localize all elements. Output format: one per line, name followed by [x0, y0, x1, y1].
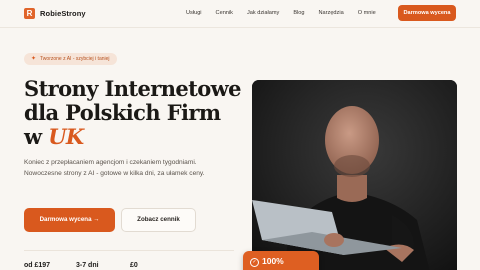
nav-link-uslugi[interactable]: Usługi: [186, 10, 202, 16]
headline-line-3-prefix: w: [24, 124, 49, 149]
stats-divider: [24, 250, 234, 251]
hero-headline: Strony Internetowe dla Polskich Firm w U…: [24, 77, 244, 149]
stats-row: od £197 3-7 dni £0: [24, 262, 138, 269]
badge-text: 100%: [262, 256, 284, 266]
nav-link-jak-dzialamy[interactable]: Jak działamy: [247, 10, 279, 16]
nav-link-cennik[interactable]: Cennik: [216, 10, 233, 16]
logo[interactable]: R RobieStrony: [24, 8, 86, 19]
nav-cta-button[interactable]: Darmowa wycena: [398, 5, 456, 21]
logo-icon: R: [24, 8, 35, 19]
stat-price: od £197: [24, 262, 51, 269]
hero-photo: [252, 80, 457, 270]
ai-badge-text: Tworzone z AI - szybciej i taniej: [40, 56, 110, 62]
see-pricing-button[interactable]: Zobacz cennik: [121, 208, 196, 232]
headline-line-2: dla Polskich Firm: [24, 100, 221, 125]
hero-subtitle: Koniec z przepłacaniem agencjom i czekan…: [24, 159, 205, 177]
headline-accent: UK: [48, 124, 84, 149]
nav-link-o-mnie[interactable]: O mnie: [358, 10, 376, 16]
sparkle-icon: ✦: [31, 56, 37, 62]
satisfaction-badge: ✓ 100%: [243, 251, 319, 270]
nav-links: Usługi Cennik Jak działamy Blog Narzędzi…: [186, 10, 376, 16]
ai-badge: ✦ Tworzone z AI - szybciej i taniej: [24, 53, 117, 65]
free-quote-button[interactable]: Darmowa wycena →: [24, 208, 115, 232]
top-navbar: R RobieStrony Usługi Cennik Jak działamy…: [0, 0, 480, 28]
nav-link-narzedzia[interactable]: Narzędzia: [319, 10, 344, 16]
stat-zero: £0: [130, 262, 138, 269]
check-circle-icon: ✓: [250, 258, 259, 267]
person-with-laptop-image: [252, 80, 457, 270]
stat-time: 3-7 dni: [76, 262, 99, 269]
logo-text: RobieStrony: [40, 9, 86, 18]
nav-link-blog[interactable]: Blog: [293, 10, 304, 16]
headline-line-1: Strony Internetowe: [24, 76, 242, 101]
